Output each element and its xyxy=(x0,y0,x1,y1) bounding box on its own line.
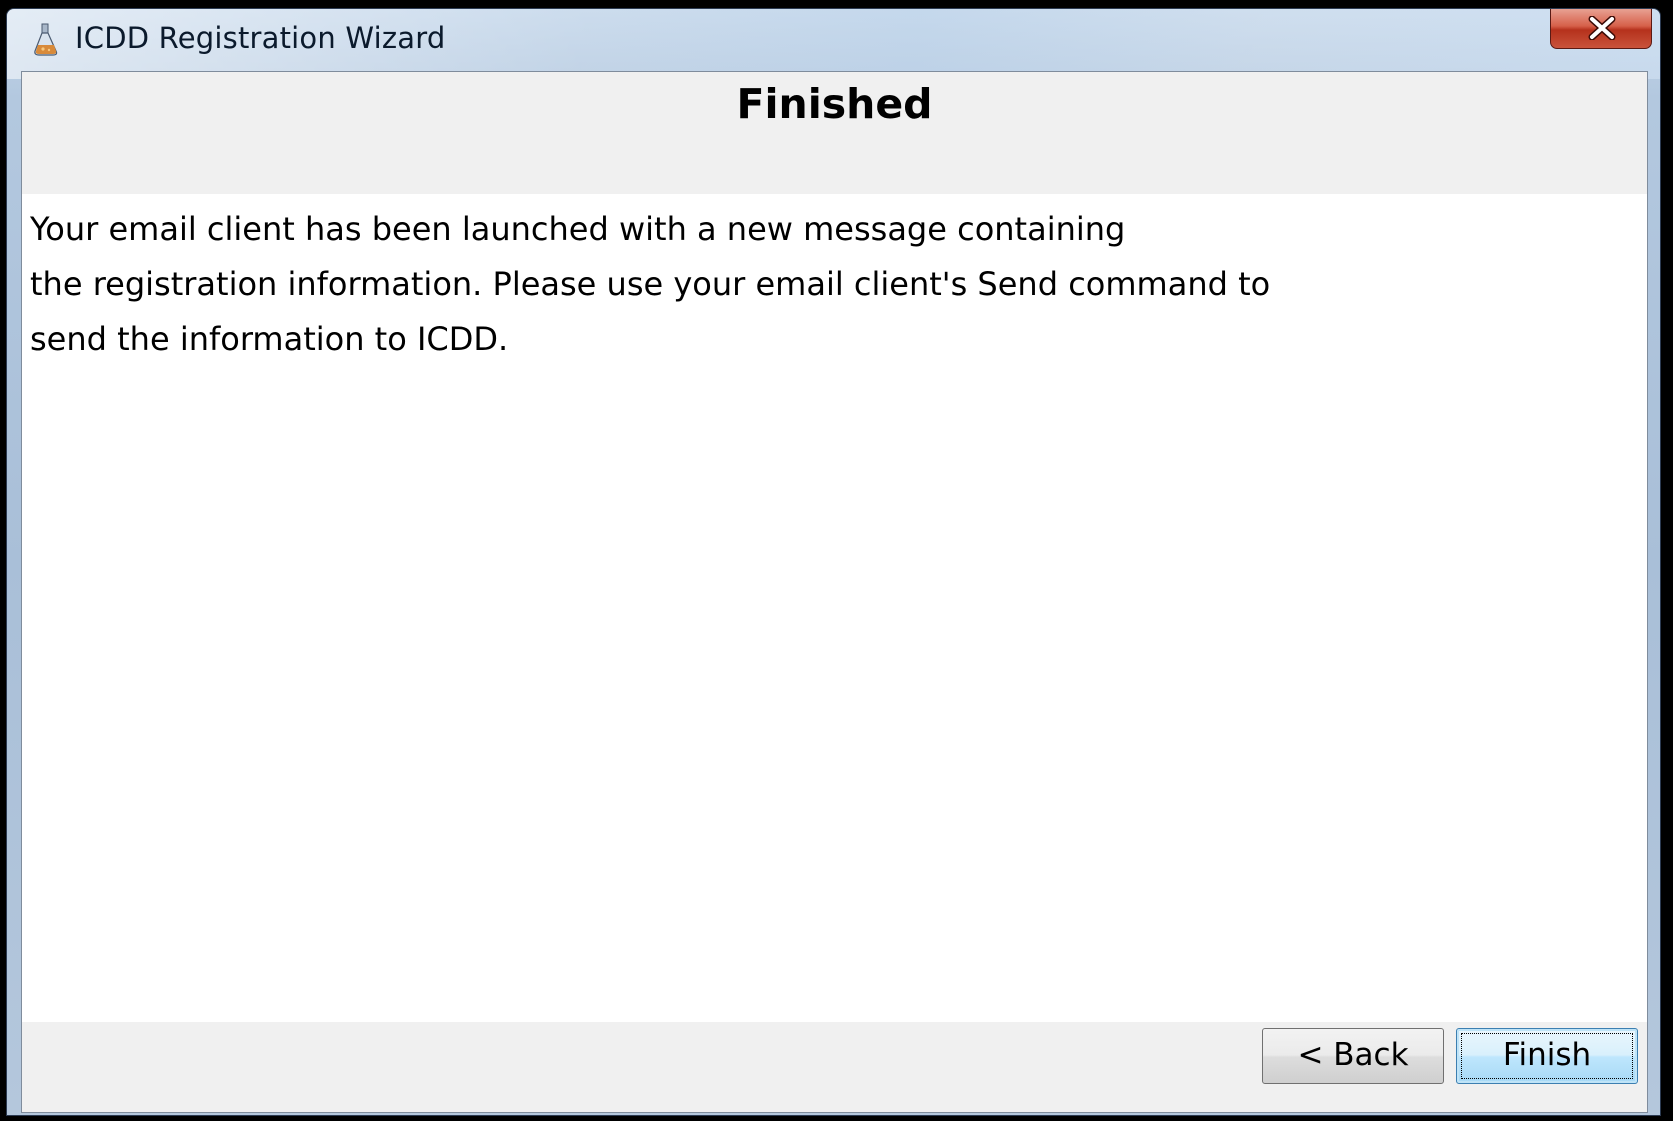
close-button[interactable] xyxy=(1550,9,1652,49)
back-button[interactable]: < Back xyxy=(1262,1028,1444,1084)
finish-button[interactable]: Finish xyxy=(1456,1028,1638,1084)
wizard-window: ICDD Registration Wizard Finished Your e… xyxy=(6,8,1661,1116)
message-line: send the information to ICDD. xyxy=(30,320,509,358)
finish-message: Your email client has been launched with… xyxy=(30,202,1410,367)
button-bar: < Back Finish xyxy=(22,1022,1647,1112)
message-line: the registration information. Please use… xyxy=(30,265,1271,303)
title-bar[interactable]: ICDD Registration Wizard xyxy=(7,9,1660,77)
flask-icon xyxy=(31,23,61,57)
header-panel: Finished xyxy=(22,72,1647,194)
message-line: Your email client has been launched with… xyxy=(30,210,1126,248)
window-title: ICDD Registration Wizard xyxy=(75,21,446,55)
page-title: Finished xyxy=(736,80,933,128)
close-icon xyxy=(1588,16,1616,40)
wizard-client-area: Finished Your email client has been laun… xyxy=(21,71,1648,1113)
finish-button-label: Finish xyxy=(1502,1037,1592,1073)
